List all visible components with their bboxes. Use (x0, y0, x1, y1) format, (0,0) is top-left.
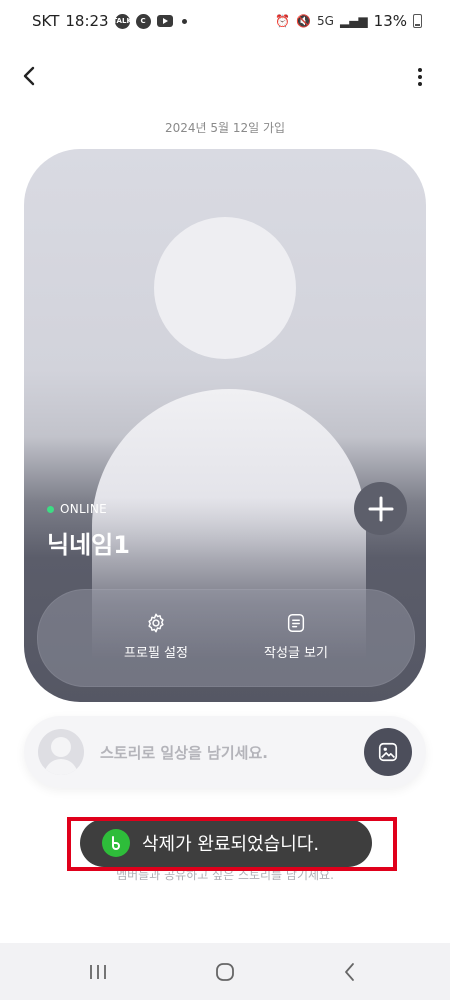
online-label: ONLINE (60, 502, 108, 516)
recent-apps-button[interactable] (68, 943, 128, 1000)
profile-settings-button[interactable]: 프로필 설정 (96, 612, 216, 661)
home-icon (216, 962, 234, 981)
story-input-bar[interactable]: 스토리로 일상을 남기세요. (24, 716, 426, 788)
nav-back-button[interactable] (320, 943, 380, 1000)
avatar-head-small (51, 737, 71, 757)
more-vertical-icon (418, 68, 422, 72)
image-icon (378, 742, 398, 762)
more-dot (418, 75, 422, 79)
time-text: 18:23 (65, 12, 109, 30)
c-app-icon: C (135, 13, 151, 29)
nickname: 닉네임1 (47, 531, 130, 559)
notification-dot-icon (181, 18, 187, 24)
more-dot (418, 82, 422, 86)
status-left: SKT 18:23 TALK C (32, 12, 187, 30)
alarm-icon: ⏰ (275, 14, 291, 28)
mute-icon: 🔇 (296, 14, 312, 28)
avatar-body-small (44, 759, 78, 775)
story-placeholder[interactable]: 스토리로 일상을 남기세요. (100, 742, 268, 763)
chevron-left-icon (23, 66, 35, 86)
profile-settings-label: 프로필 설정 (124, 646, 188, 661)
youtube-icon (156, 15, 173, 27)
home-button[interactable] (195, 943, 255, 1000)
carrier-text: SKT (32, 12, 60, 30)
header (0, 52, 450, 100)
view-posts-button[interactable]: 작성글 보기 (236, 612, 356, 661)
join-date: 2024년 5월 12일 가입 (164, 121, 286, 135)
profile-actions: 프로필 설정 작성글 보기 (37, 589, 415, 687)
signal-icon: ▂▄▆ (339, 14, 368, 28)
gear-icon (148, 613, 164, 633)
back-icon (345, 962, 354, 981)
more-options-button[interactable] (410, 62, 430, 92)
view-posts-label: 작성글 보기 (264, 646, 328, 661)
add-button[interactable] (354, 482, 407, 535)
document-icon (287, 614, 305, 632)
recent-apps-icon (90, 964, 106, 979)
online-dot-icon (47, 505, 54, 513)
avatar (38, 729, 84, 775)
plus-icon (368, 496, 393, 521)
online-status: ONLINE (47, 502, 107, 516)
back-button[interactable] (14, 60, 46, 92)
profile-card: ONLINE 닉네임1 프로필 설정 작성글 보기 (24, 149, 426, 702)
add-photo-button[interactable] (364, 728, 412, 776)
status-right: ⏰ 🔇 5G ▂▄▆ 13% (275, 12, 422, 30)
network-icon: 5G (317, 14, 334, 28)
battery-text: 13% (373, 12, 407, 30)
avatar-head (154, 217, 296, 359)
talk-icon: TALK (112, 13, 132, 29)
status-bar: SKT 18:23 TALK C ⏰ 🔇 5G ▂▄▆ 13% (0, 0, 450, 44)
nav-bar (0, 943, 450, 1000)
battery-icon (413, 14, 422, 28)
toast-highlight-box (67, 817, 397, 871)
